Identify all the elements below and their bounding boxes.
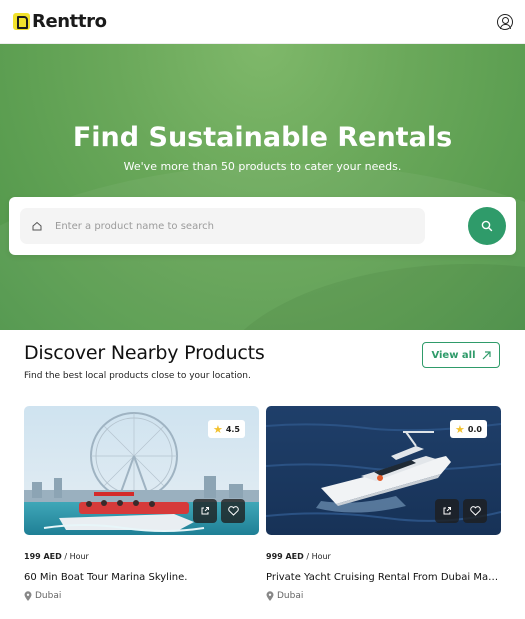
hero-subtitle: We've more than 50 products to cater you…	[123, 160, 402, 173]
product-card[interactable]: ★ 0.0 999 AED / Hour Private Yacht Cruis…	[266, 406, 501, 601]
brand-logo[interactable]: Renttro	[13, 11, 107, 32]
search-icon	[481, 220, 493, 232]
hero-title: Find Sustainable Rentals	[72, 122, 453, 153]
product-title[interactable]: 60 Min Boat Tour Marina Skyline.	[24, 572, 259, 583]
favorite-button[interactable]	[221, 499, 245, 523]
heart-icon	[227, 506, 239, 516]
rating-badge: ★ 4.5	[207, 420, 245, 438]
price: 999 AED / Hour	[266, 552, 331, 561]
rating-badge: ★ 0.0	[449, 420, 487, 438]
search-card	[9, 197, 516, 255]
rating-value: 0.0	[467, 424, 482, 434]
brand-name: Renttro	[32, 11, 107, 32]
location: Dubai	[266, 591, 303, 601]
image-actions	[435, 499, 487, 523]
price-unit: / Hour	[64, 552, 89, 561]
top-bar: Renttro	[0, 0, 525, 44]
arrow-up-right-icon	[482, 350, 491, 359]
product-title[interactable]: Private Yacht Cruising Rental From Dubai…	[266, 572, 501, 583]
view-all-label: View all	[431, 349, 476, 361]
section-subtitle: Find the best local products close to yo…	[24, 371, 251, 381]
location: Dubai	[24, 591, 61, 601]
external-link-icon	[201, 507, 209, 515]
product-image-boat-tour[interactable]: ★ 4.5	[24, 406, 259, 535]
location-name: Dubai	[35, 591, 62, 601]
search-button[interactable]	[468, 207, 506, 245]
search-field[interactable]	[20, 208, 425, 244]
user-account-icon[interactable]	[497, 13, 513, 30]
location-pin-icon	[266, 591, 274, 601]
price-amount: 199 AED	[24, 552, 62, 561]
rating-value: 4.5	[225, 424, 240, 434]
section-title: Discover Nearby Products	[24, 342, 265, 364]
view-all-button[interactable]: View all	[422, 342, 500, 368]
location-pin-icon	[24, 591, 32, 601]
favorite-button[interactable]	[463, 499, 487, 523]
star-icon: ★	[212, 422, 223, 436]
share-button[interactable]	[193, 499, 217, 523]
star-icon: ★	[454, 422, 465, 436]
search-input[interactable]	[55, 220, 395, 232]
price-unit: / Hour	[306, 552, 331, 561]
price: 199 AED / Hour	[24, 552, 89, 561]
home-icon	[32, 221, 42, 231]
hero-banner: Find Sustainable Rentals We've more than…	[0, 44, 525, 330]
location-name: Dubai	[277, 591, 304, 601]
heart-icon	[469, 506, 481, 516]
product-card[interactable]: ★ 4.5 199 AED / Hour 60 Min Boat Tour Ma…	[24, 406, 259, 601]
renttro-logo-icon	[13, 13, 30, 30]
external-link-icon	[443, 507, 451, 515]
price-amount: 999 AED	[266, 552, 304, 561]
product-image-yacht[interactable]: ★ 0.0	[266, 406, 501, 535]
share-button[interactable]	[435, 499, 459, 523]
image-actions	[193, 499, 245, 523]
